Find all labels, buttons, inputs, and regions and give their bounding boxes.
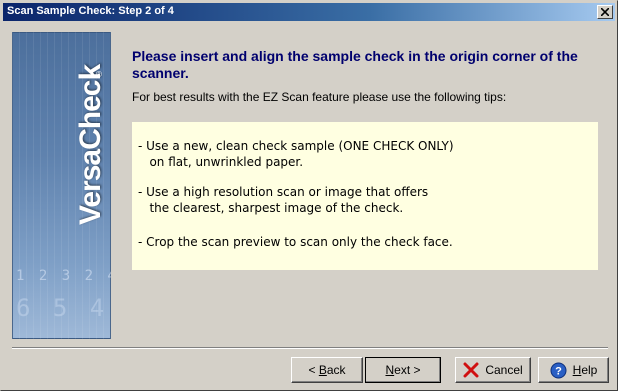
help-question-icon: ? bbox=[550, 362, 567, 379]
tip-item: - Use a new, clean check sample (ONE CHE… bbox=[138, 139, 454, 169]
cancel-button[interactable]: Cancel bbox=[455, 357, 531, 383]
step-intro: For best results with the EZ Scan featur… bbox=[132, 90, 507, 104]
versacheck-banner: VersaCheck ® 1 2 3 2 4 6 5 4 3 bbox=[12, 32, 111, 339]
next-button-label: Next > bbox=[385, 363, 421, 377]
close-button[interactable] bbox=[597, 5, 613, 19]
step-heading: Please insert and align the sample check… bbox=[132, 48, 578, 81]
tip-item: - Crop the scan preview to scan only the… bbox=[138, 235, 453, 249]
button-divider bbox=[12, 347, 608, 349]
tip-item: - Use a high resolution scan or image th… bbox=[138, 185, 429, 215]
help-button-label: Help bbox=[572, 363, 598, 377]
title-bar[interactable]: Scan Sample Check: Step 2 of 4 bbox=[3, 3, 615, 21]
svg-text:?: ? bbox=[555, 365, 562, 377]
tips-panel: - Use a new, clean check sample (ONE CHE… bbox=[132, 122, 598, 270]
versacheck-logo: VersaCheck bbox=[74, 64, 107, 225]
red-x-icon bbox=[463, 362, 479, 378]
banner-digits-top: 1 2 3 2 4 bbox=[16, 268, 111, 284]
banner-digits-bottom: 6 5 4 3 bbox=[16, 294, 111, 322]
wizard-dialog: Scan Sample Check: Step 2 of 4 VersaChec… bbox=[0, 0, 618, 391]
registered-mark: ® bbox=[96, 70, 102, 79]
help-button[interactable]: ? Help bbox=[538, 357, 609, 383]
window-title: Scan Sample Check: Step 2 of 4 bbox=[7, 5, 174, 17]
cancel-button-label: Cancel bbox=[485, 363, 523, 377]
back-button[interactable]: < Back bbox=[291, 357, 363, 383]
back-button-label: < Back bbox=[308, 363, 346, 377]
next-button[interactable]: Next > bbox=[365, 357, 441, 383]
